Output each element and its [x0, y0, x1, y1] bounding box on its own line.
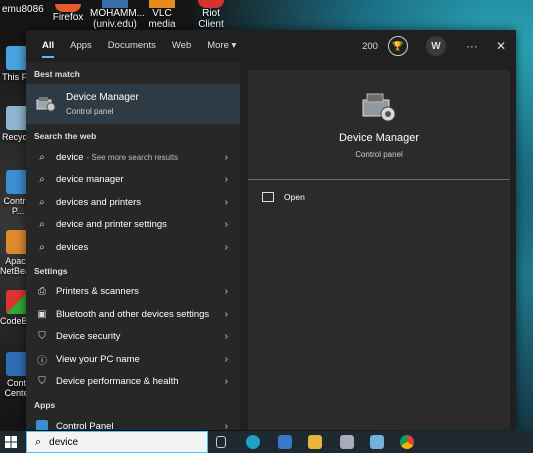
tab-all[interactable]: All — [34, 30, 62, 62]
device-manager-icon — [361, 92, 397, 124]
chevron-right-icon: › — [224, 376, 228, 388]
results-list: Best match Device Manager Control panel … — [26, 62, 240, 430]
riot-icon — [198, 0, 224, 8]
web-result-text: devices — [56, 241, 89, 253]
trophy-icon[interactable]: 🏆 — [387, 36, 408, 56]
desktop-icon-label: emu8086 — [2, 4, 44, 15]
control-panel-icon — [36, 420, 48, 430]
divider — [248, 179, 510, 180]
network-icon[interactable] — [340, 435, 354, 449]
chevron-right-icon: › — [224, 219, 228, 231]
chevron-right-icon: › — [224, 286, 228, 298]
settings-item-performance[interactable]: ⛉ Device performance & health › — [26, 371, 240, 394]
notes-icon[interactable] — [370, 435, 384, 449]
desktop-icon-label: Firefox — [52, 12, 84, 23]
shield-icon: ⛉ — [38, 331, 46, 343]
open-action[interactable]: Open — [262, 192, 510, 202]
section-search-web: Search the web — [34, 131, 97, 141]
web-result-item[interactable]: ⌕ devices and printers › — [26, 191, 240, 214]
printer-icon: ⎙ — [38, 286, 46, 298]
desktop-icon-vlc[interactable]: VLC media player — [142, 0, 182, 41]
web-result-item[interactable]: ⌕ device - See more search results › — [26, 146, 240, 169]
search-header-actions: 200 🏆 W ··· ✕ — [362, 30, 506, 62]
search-icon: ⌕ — [35, 435, 42, 448]
best-match-subtitle: Control panel — [66, 107, 114, 116]
detail-title: Device Manager — [338, 132, 420, 144]
section-best-match: Best match — [34, 69, 80, 79]
search-icon: ⌕ — [39, 174, 45, 186]
tab-more[interactable]: More ▾ — [199, 30, 244, 62]
search-icon: ⌕ — [39, 196, 45, 208]
task-view-icon[interactable] — [216, 436, 226, 448]
detail-subtitle: Control panel — [355, 150, 403, 159]
bluetooth-icon: ▣ — [37, 308, 47, 320]
web-result-text: device — [56, 151, 84, 163]
settings-item-device-security[interactable]: ⛉ Device security › — [26, 326, 240, 349]
open-icon — [262, 192, 274, 202]
chevron-right-icon: › — [224, 420, 228, 430]
tab-apps[interactable]: Apps — [62, 30, 100, 62]
settings-item-label: Device performance & health — [56, 376, 179, 388]
web-result-item[interactable]: ⌕ devices › — [26, 236, 240, 259]
desktop-icon-mohamm[interactable]: MOHAMM... (univ.edu) ... — [90, 0, 145, 41]
web-result-text: device and printer settings — [56, 219, 167, 231]
chevron-right-icon: › — [224, 151, 228, 163]
tab-web[interactable]: Web — [164, 30, 199, 62]
chevron-right-icon: › — [224, 331, 228, 343]
search-icon: ⌕ — [39, 219, 45, 231]
settings-item-label: Printers & scanners — [56, 286, 139, 298]
app-item-label: Control Panel — [56, 420, 114, 430]
desktop-icon-riot[interactable]: Riot Client — [188, 0, 234, 32]
windows-icon — [5, 436, 17, 448]
chevron-right-icon: › — [224, 308, 228, 320]
search-icon: ⌕ — [39, 151, 45, 163]
firefox-icon — [55, 4, 81, 12]
section-settings: Settings — [34, 265, 68, 276]
section-apps: Apps — [34, 400, 56, 410]
web-result-text: device manager — [56, 174, 124, 186]
chevron-down-icon: ▾ — [231, 40, 237, 51]
settings-item-printers[interactable]: ⎙ Printers & scanners › — [26, 281, 240, 304]
chevron-right-icon: › — [224, 174, 228, 186]
file-explorer-icon[interactable] — [308, 435, 322, 449]
profile-icon — [102, 0, 128, 8]
desktop-icon-label: Riot Client — [198, 8, 224, 30]
tab-more-label: More — [207, 40, 229, 51]
taskbar-search-input[interactable] — [47, 435, 192, 449]
start-button[interactable] — [0, 436, 22, 448]
web-result-subtext: - See more search results — [86, 152, 179, 162]
chrome-icon[interactable] — [400, 435, 414, 449]
settings-item-bluetooth[interactable]: ▣ Bluetooth and other devices settings › — [26, 303, 240, 326]
vlc-icon — [149, 0, 175, 8]
app-item-control-panel[interactable]: Control Panel › — [26, 415, 240, 430]
settings-item-pc-name[interactable]: ⓘ View your PC name › — [26, 348, 240, 371]
detail-pane: Device Manager Control panel Open — [248, 70, 510, 430]
web-result-item[interactable]: ⌕ device and printer settings › — [26, 214, 240, 237]
chevron-right-icon: › — [224, 241, 228, 253]
open-label: Open — [284, 192, 305, 202]
taskbar-search-box[interactable]: ⌕ — [26, 431, 208, 453]
avatar[interactable]: W — [425, 36, 446, 56]
settings-item-label: View your PC name — [56, 353, 140, 365]
rewards-points: 200 — [362, 40, 378, 52]
tab-documents[interactable]: Documents — [100, 30, 164, 62]
search-icon: ⌕ — [39, 241, 45, 253]
search-panel: All Apps Documents Web More ▾ 200 🏆 W ··… — [26, 30, 516, 430]
chevron-right-icon: › — [224, 196, 228, 208]
best-match-title: Device Manager — [66, 92, 139, 103]
taskbar: ⌕ — [0, 431, 533, 453]
shield-icon: ⛉ — [38, 376, 46, 388]
info-icon: ⓘ — [37, 355, 47, 367]
settings-item-label: Bluetooth and other devices settings — [56, 308, 210, 320]
web-result-item[interactable]: ⌕ device manager › — [26, 169, 240, 192]
mail-icon[interactable] — [278, 435, 292, 449]
best-match-item[interactable]: Device Manager Control panel — [26, 84, 240, 124]
settings-item-label: Device security — [56, 331, 121, 343]
close-icon[interactable]: ✕ — [496, 39, 506, 53]
web-result-text: devices and printers — [56, 196, 142, 208]
edge-icon[interactable] — [246, 435, 260, 449]
more-options-icon[interactable]: ··· — [466, 39, 478, 53]
device-manager-icon — [36, 96, 56, 112]
chevron-right-icon: › — [224, 353, 228, 365]
